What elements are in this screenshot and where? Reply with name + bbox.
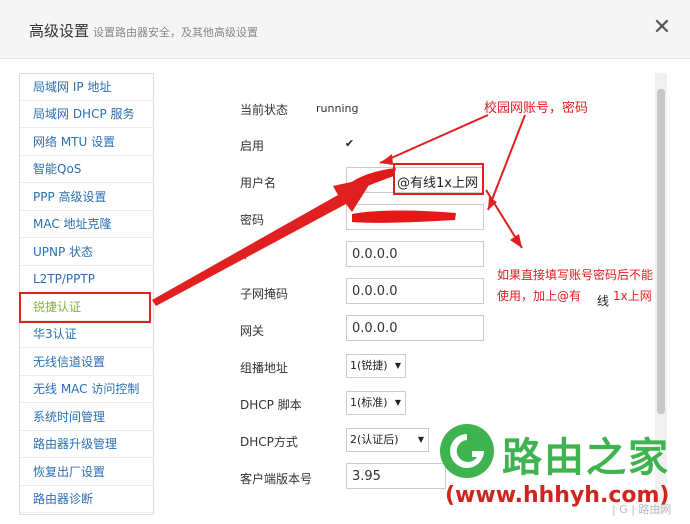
brand-logo-text: 路由之家 — [502, 435, 670, 481]
client-version-input[interactable]: 3.95 — [346, 463, 446, 489]
dialog-titlebar: 高级设置 设置路由器安全，及其他高级设置 ✕ — [0, 0, 690, 59]
scrollbar-thumb[interactable] — [657, 89, 665, 414]
dhcp-script-label: DHCP 脚本 — [240, 398, 302, 412]
username-label: 用户名 — [240, 176, 277, 190]
gateway-label: 网关 — [240, 324, 265, 338]
sidebar-item-h3c-auth[interactable]: 华3认证 — [20, 321, 153, 348]
status-label: 当前状态 — [240, 103, 289, 117]
dialog-title: 高级设置 — [29, 22, 90, 40]
sidebar-item-l2tp[interactable]: L2TP/PPTP — [20, 266, 153, 293]
close-icon[interactable]: ✕ — [650, 16, 674, 40]
dhcp-mode-label: DHCP方式 — [240, 435, 298, 449]
annotation-account-password: 校园网账号，密码 — [484, 101, 589, 116]
watermark-text: | G | 路由网 — [612, 503, 672, 516]
sidebar-item-upnp[interactable]: UPNP 状态 — [20, 239, 153, 266]
router-home-logo-icon — [440, 424, 494, 478]
annotation-note-line1: 如果直接填写账号密码后不能 — [497, 268, 654, 282]
chevron-down-icon: ▼ — [394, 361, 401, 370]
sidebar-item-wireless-mac[interactable]: 无线 MAC 访问控制 — [20, 376, 153, 403]
chevron-down-icon: ▼ — [394, 398, 401, 407]
status-value: running — [316, 102, 359, 115]
password-label: 密码 — [240, 213, 265, 227]
multicast-label: 组播地址 — [240, 361, 289, 375]
multicast-select[interactable]: 1(锐捷) ▼ — [346, 354, 406, 378]
sidebar-item-upgrade[interactable]: 路由器升级管理 — [20, 431, 153, 458]
gateway-input[interactable]: 0.0.0.0 — [346, 315, 484, 341]
chevron-down-icon: ▼ — [417, 435, 424, 444]
dhcp-script-select[interactable]: 1(标准) ▼ — [346, 391, 406, 415]
enable-checkbox[interactable]: ✔ — [344, 138, 355, 149]
annotation-note-line2b: 线 — [597, 294, 610, 308]
sidebar-item-lan-dhcp[interactable]: 局域网 DHCP 服务 — [20, 101, 153, 128]
password-input[interactable] — [346, 204, 484, 230]
multicast-select-value: 1(锐捷) — [350, 359, 388, 372]
username-suffix: @有线1x上网 — [397, 176, 478, 191]
sidebar-item-mtu[interactable]: 网络 MTU 设置 — [20, 129, 153, 156]
sidebar-item-qos[interactable]: 智能QoS — [20, 156, 153, 183]
advanced-settings-dialog: 高级设置 设置路由器安全，及其他高级设置 ✕ 局域网 IP 地址 局域网 DHC… — [0, 0, 690, 524]
ip-label: IP — [240, 248, 251, 262]
sidebar-item-system-time[interactable]: 系统时间管理 — [20, 404, 153, 431]
annotation-note-line2: 使用，加上@有 — [497, 289, 582, 303]
dhcp-mode-select[interactable]: 2(认证后) ▼ — [346, 428, 429, 452]
sidebar-item-factory-reset[interactable]: 恢复出厂设置 — [20, 459, 153, 486]
sidebar-item-mac-clone[interactable]: MAC 地址克隆 — [20, 211, 153, 238]
dhcp-script-select-value: 1(标准) — [350, 396, 388, 409]
sidebar-item-lan-ip[interactable]: 局域网 IP 地址 — [20, 74, 153, 101]
ip-input[interactable]: 0.0.0.0 — [346, 241, 484, 267]
sidebar-highlight-box — [19, 292, 151, 323]
dhcp-mode-select-value: 2(认证后) — [350, 433, 399, 446]
enable-label: 启用 — [240, 139, 265, 153]
sidebar-item-wireless-channel[interactable]: 无线信道设置 — [20, 349, 153, 376]
sidebar-item-ppp[interactable]: PPP 高级设置 — [20, 184, 153, 211]
client-version-label: 客户端版本号 — [240, 472, 313, 486]
mask-label: 子网掩码 — [240, 287, 289, 301]
annotation-note-line2c: 1x上网 — [613, 289, 652, 303]
mask-input[interactable]: 0.0.0.0 — [346, 278, 484, 304]
dialog-subtitle: 设置路由器安全，及其他高级设置 — [93, 26, 258, 39]
sidebar-item-diagnostics[interactable]: 路由器诊断 — [20, 486, 153, 513]
